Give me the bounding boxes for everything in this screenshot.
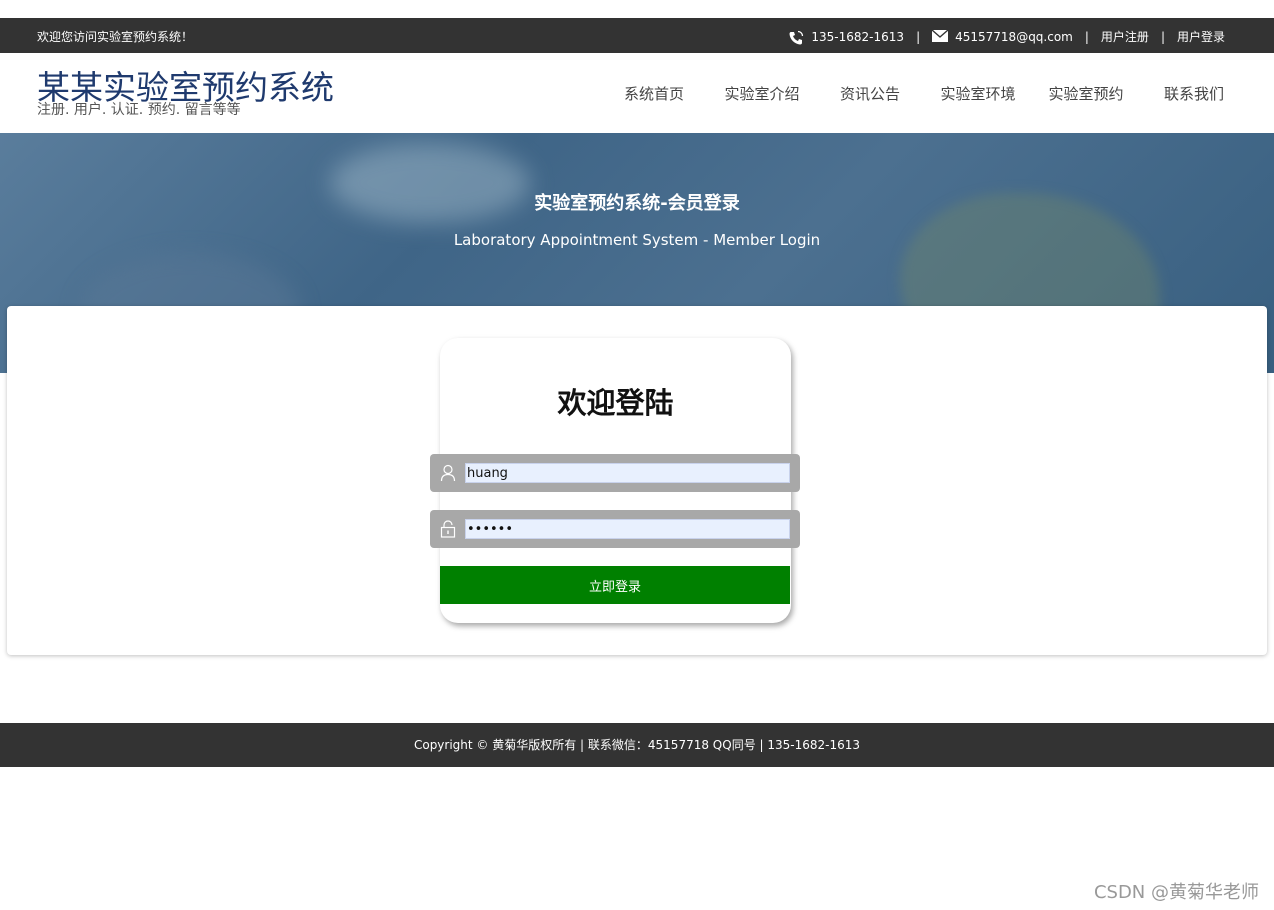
separator: | — [1160, 29, 1165, 44]
login-heading: 欢迎登陆 — [557, 386, 674, 420]
register-link[interactable]: 用户注册 — [1101, 28, 1149, 45]
password-input[interactable] — [465, 519, 790, 539]
nav-item-contact[interactable]: 联系我们 — [1140, 83, 1248, 104]
welcome-text: 欢迎您访问实验室预约系统！ — [37, 30, 194, 44]
top-bar: 欢迎您访问实验室预约系统！ 135-1682-1613 | 45157718@q… — [0, 18, 1274, 53]
nav-item-home[interactable]: 系统首页 — [600, 83, 708, 104]
lock-icon — [440, 520, 456, 538]
logo-subtitle: 注册. 用户. 认证. 预约. 留言等等 — [37, 102, 241, 118]
top-contact-bar: 135-1682-1613 | 45157718@qq.com | 用户注册 |… — [788, 28, 1225, 45]
login-submit-button[interactable]: 立即登录 — [440, 566, 790, 604]
banner-subtitle: Laboratory Appointment System - Member L… — [453, 231, 821, 249]
watermark: CSDN @黄菊华老师 — [1093, 882, 1259, 903]
nav-item-lab-intro[interactable]: 实验室介绍 — [708, 83, 816, 104]
main-nav: 系统首页 实验室介绍 资讯公告 实验室环境 实验室预约 联系我们 — [600, 83, 1248, 104]
mail-icon — [931, 28, 949, 44]
username-input[interactable] — [465, 463, 790, 483]
separator: | — [916, 29, 921, 44]
site-header: 某某实验室预约系统 注册. 用户. 认证. 预约. 留言等等 系统首页 实验室介… — [0, 53, 1274, 133]
nav-item-lab-environment[interactable]: 实验室环境 — [924, 83, 1032, 104]
phone-icon — [788, 30, 804, 44]
site-footer: Copyright © 黄菊华版权所有 | 联系微信：45157718 QQ同号… — [0, 723, 1274, 767]
nav-item-news[interactable]: 资讯公告 — [816, 83, 924, 104]
password-field — [430, 510, 800, 548]
user-icon — [440, 464, 456, 482]
email-address: 45157718@qq.com — [955, 29, 1073, 44]
separator: | — [1084, 29, 1089, 44]
username-field — [430, 454, 800, 492]
banner-title: 实验室预约系统-会员登录 — [534, 193, 740, 214]
login-link[interactable]: 用户登录 — [1177, 28, 1225, 45]
nav-item-lab-booking[interactable]: 实验室预约 — [1032, 83, 1140, 104]
phone-number: 135-1682-1613 — [811, 29, 905, 44]
